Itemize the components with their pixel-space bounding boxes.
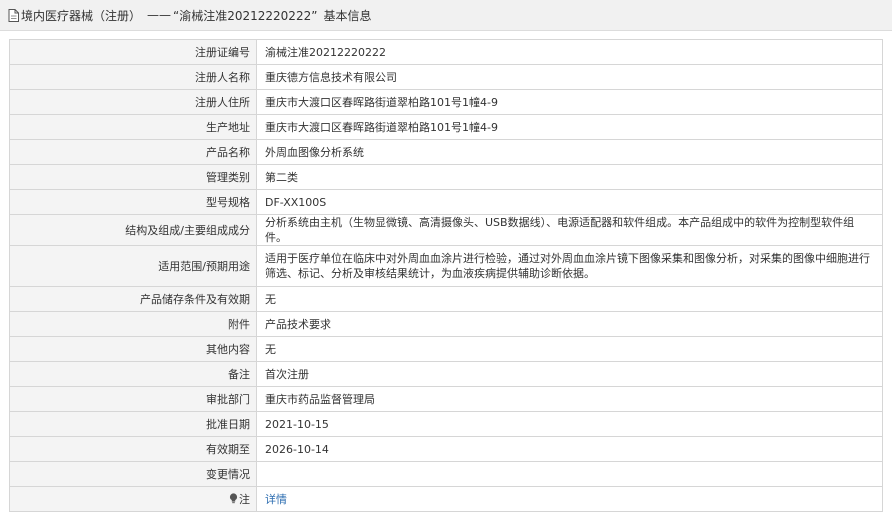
field-label: 产品名称	[9, 139, 257, 165]
table-row: 生产地址 重庆市大渡口区春晖路街道翠柏路101号1幢4-9	[9, 114, 883, 140]
field-label: 其他内容	[9, 336, 257, 362]
field-label: 审批部门	[9, 386, 257, 412]
table-row: 备注 首次注册	[9, 361, 883, 387]
header-suffix: 基本信息	[323, 8, 372, 23]
note-label: 注	[239, 492, 250, 506]
field-label: 备注	[9, 361, 257, 387]
table-row: 批准日期 2021-10-15	[9, 411, 883, 437]
table-row: 注册人名称 重庆德方信息技术有限公司	[9, 64, 883, 90]
field-label: 型号规格	[9, 189, 257, 215]
table-row: 附件 产品技术要求	[9, 311, 883, 337]
field-label: 批准日期	[9, 411, 257, 437]
table-row: 管理类别 第二类	[9, 164, 883, 190]
field-value: 外周血图像分析系统	[256, 139, 883, 165]
field-value: 首次注册	[256, 361, 883, 387]
field-value: 无	[256, 336, 883, 362]
note-value: 详情	[256, 486, 883, 512]
table-row-note: 注 详情	[9, 486, 883, 512]
table-row: 其他内容 无	[9, 336, 883, 362]
field-label: 注册证编号	[9, 39, 257, 65]
registration-info-table: 注册证编号 渝械注准20212220222 注册人名称 重庆德方信息技术有限公司…	[9, 39, 883, 512]
field-label: 附件	[9, 311, 257, 337]
table-row: 变更情况	[9, 461, 883, 487]
field-label: 变更情况	[9, 461, 257, 487]
header-record-title: “渝械注准20212220222”	[173, 8, 318, 23]
field-value: 第二类	[256, 164, 883, 190]
field-value: DF-XX100S	[256, 189, 883, 215]
page-title-bar: 境内医疗器械（注册） —— “渝械注准20212220222” 基本信息	[0, 0, 892, 31]
field-value: 适用于医疗单位在临床中对外周血血涂片进行检验，通过对外周血血涂片镜下图像采集和图…	[256, 245, 883, 287]
document-icon	[8, 8, 19, 22]
field-value	[256, 461, 883, 487]
field-value: 重庆市大渡口区春晖路街道翠柏路101号1幢4-9	[256, 114, 883, 140]
table-row: 产品名称 外周血图像分析系统	[9, 139, 883, 165]
note-label-cell: 注	[9, 486, 257, 512]
table-row: 有效期至 2026-10-14	[9, 436, 883, 462]
table-row: 产品储存条件及有效期 无	[9, 286, 883, 312]
field-value: 2021-10-15	[256, 411, 883, 437]
field-label: 结构及组成/主要组成成分	[9, 214, 257, 246]
field-value: 重庆德方信息技术有限公司	[256, 64, 883, 90]
field-value: 无	[256, 286, 883, 312]
lightbulb-icon	[229, 492, 238, 504]
field-label: 产品储存条件及有效期	[9, 286, 257, 312]
table-row: 注册证编号 渝械注准20212220222	[9, 39, 883, 65]
details-link[interactable]: 详情	[265, 493, 287, 506]
field-label: 管理类别	[9, 164, 257, 190]
field-value: 产品技术要求	[256, 311, 883, 337]
table-row: 型号规格 DF-XX100S	[9, 189, 883, 215]
field-label: 适用范围/预期用途	[9, 245, 257, 287]
header-separator: ——	[147, 8, 172, 22]
field-label: 注册人住所	[9, 89, 257, 115]
field-value: 渝械注准20212220222	[256, 39, 883, 65]
header-category: 境内医疗器械（注册）	[21, 8, 142, 23]
table-row: 注册人住所 重庆市大渡口区春晖路街道翠柏路101号1幢4-9	[9, 89, 883, 115]
table-row: 结构及组成/主要组成成分 分析系统由主机（生物显微镜、高清摄像头、USB数据线）…	[9, 214, 883, 246]
field-label: 注册人名称	[9, 64, 257, 90]
field-label: 生产地址	[9, 114, 257, 140]
field-value: 重庆市大渡口区春晖路街道翠柏路101号1幢4-9	[256, 89, 883, 115]
field-value: 重庆市药品监督管理局	[256, 386, 883, 412]
field-value: 分析系统由主机（生物显微镜、高清摄像头、USB数据线）、电源适配器和软件组成。本…	[256, 214, 883, 246]
table-row: 适用范围/预期用途 适用于医疗单位在临床中对外周血血涂片进行检验，通过对外周血血…	[9, 245, 883, 287]
field-value: 2026-10-14	[256, 436, 883, 462]
field-label: 有效期至	[9, 436, 257, 462]
table-row: 审批部门 重庆市药品监督管理局	[9, 386, 883, 412]
